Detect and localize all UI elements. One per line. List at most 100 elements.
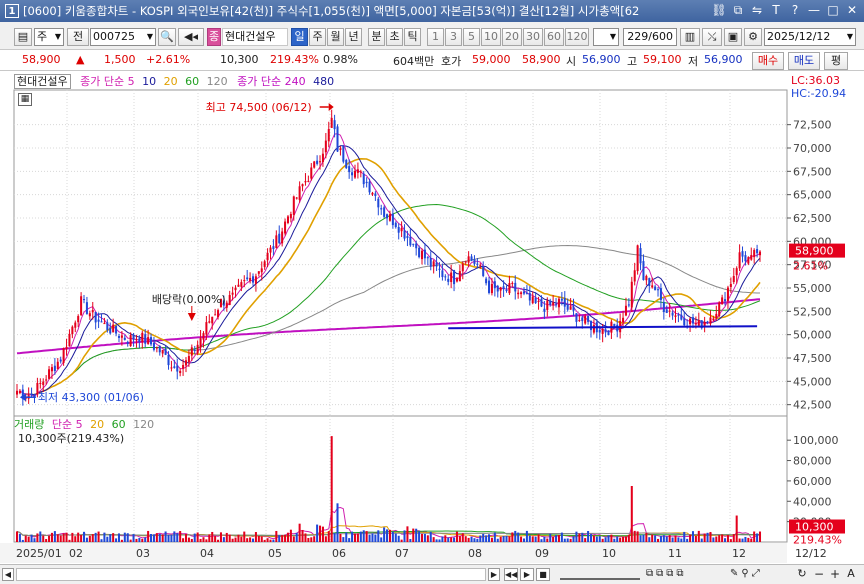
grid-toggle-icon[interactable]: ▦ bbox=[18, 93, 32, 106]
count-button-1[interactable]: 1 bbox=[427, 28, 444, 46]
count-button-5[interactable]: 5 bbox=[463, 28, 480, 46]
volume-bar bbox=[36, 533, 39, 542]
help-icon[interactable]: ? bbox=[787, 2, 803, 18]
volume-bar bbox=[575, 531, 578, 542]
sell-button[interactable]: 매도 bbox=[788, 52, 820, 70]
bars-icon[interactable]: ▥ bbox=[680, 28, 700, 46]
save-icon[interactable]: ▣ bbox=[724, 28, 742, 46]
candle-body bbox=[68, 333, 71, 347]
asset-type-select[interactable]: 주 ▼ bbox=[34, 28, 64, 46]
prev-button[interactable]: 전 bbox=[67, 28, 89, 46]
period-button-year[interactable]: 년 bbox=[345, 28, 362, 46]
count-dropdown[interactable]: ▼ bbox=[593, 28, 619, 46]
volume-bar bbox=[141, 538, 144, 542]
zoom-slider[interactable] bbox=[560, 569, 640, 580]
volume-bar bbox=[715, 536, 718, 542]
link-icon[interactable]: ⛓ bbox=[711, 2, 727, 18]
sound-icon[interactable]: ◀◂ bbox=[178, 28, 204, 46]
period-button-week[interactable]: 주 bbox=[309, 28, 326, 46]
volume-bar bbox=[423, 533, 426, 542]
legend-ma20: 20 bbox=[163, 75, 178, 88]
volume-bar bbox=[668, 535, 671, 542]
volume-bar bbox=[132, 534, 135, 542]
candle-body bbox=[237, 284, 240, 287]
play-icon[interactable]: ▶ bbox=[520, 568, 534, 581]
candle-body bbox=[531, 296, 534, 304]
candle-body bbox=[391, 213, 394, 226]
candle-body bbox=[470, 256, 473, 261]
candle-body bbox=[150, 337, 153, 345]
volume-bar bbox=[251, 538, 255, 542]
candle-body bbox=[493, 281, 496, 289]
candle-body bbox=[648, 278, 651, 286]
volume-bar bbox=[756, 533, 759, 542]
volume-bar bbox=[546, 538, 549, 542]
candle-body bbox=[490, 283, 493, 294]
volume-bar bbox=[85, 537, 88, 542]
evaluate-button[interactable]: 평 bbox=[824, 52, 848, 70]
price-chart[interactable]: 72,50070,00067,50065,00062,50060,00057,5… bbox=[0, 71, 864, 564]
period-button-minute[interactable]: 분 bbox=[368, 28, 385, 46]
volume-bar bbox=[386, 529, 389, 542]
arrange-icon[interactable]: ⇋ bbox=[749, 2, 765, 18]
close-icon[interactable]: ✕ bbox=[844, 2, 860, 18]
volume-bar bbox=[103, 532, 106, 542]
restore-icon[interactable]: ⧉ bbox=[730, 2, 746, 18]
buy-button[interactable]: 매수 bbox=[752, 52, 784, 70]
count-button-120[interactable]: 120 bbox=[565, 28, 589, 46]
zoom-out-icon[interactable]: − bbox=[812, 567, 826, 581]
candle-body bbox=[420, 250, 424, 260]
refresh-icon[interactable]: ↻ bbox=[795, 567, 809, 581]
stop-icon[interactable]: ■ bbox=[536, 568, 550, 581]
candle-body bbox=[62, 347, 65, 363]
zoom-in-icon[interactable]: + bbox=[828, 567, 842, 581]
candle-body bbox=[295, 197, 298, 199]
candle-body bbox=[251, 276, 255, 283]
volume-bar bbox=[351, 531, 354, 542]
view-mode-icons[interactable]: ⧉⧉⧉⧉ bbox=[646, 568, 726, 581]
volume-bar bbox=[117, 533, 120, 542]
count-button-3[interactable]: 3 bbox=[445, 28, 462, 46]
font-icon[interactable]: T bbox=[768, 2, 784, 18]
volume-bar bbox=[522, 538, 526, 542]
volume-bar bbox=[476, 538, 479, 542]
horizontal-scrollbar[interactable] bbox=[16, 568, 486, 581]
candle-body bbox=[735, 268, 738, 276]
date-input[interactable]: 2025/12/12 ▼ bbox=[764, 28, 856, 46]
high-price: 59,100 bbox=[643, 53, 682, 66]
maximize-icon[interactable]: □ bbox=[825, 2, 841, 18]
count-button-30[interactable]: 30 bbox=[523, 28, 543, 46]
count-button-60[interactable]: 60 bbox=[544, 28, 564, 46]
period-button-month[interactable]: 월 bbox=[327, 28, 344, 46]
settings-icon[interactable]: ⚙ bbox=[744, 28, 762, 46]
stock-code-input[interactable]: 000725 ▼ bbox=[90, 28, 156, 46]
candle-body bbox=[132, 335, 135, 340]
rewind-icon[interactable]: ◀◀ bbox=[504, 568, 518, 581]
minimize-icon[interactable]: — bbox=[806, 2, 822, 18]
candle-body bbox=[316, 160, 319, 164]
range-input[interactable]: 229/600 bbox=[623, 28, 677, 46]
candle-body bbox=[598, 329, 601, 333]
volume-bar bbox=[400, 539, 403, 542]
candle-body bbox=[120, 335, 123, 338]
period-button-tick[interactable]: 틱 bbox=[404, 28, 421, 46]
volume-bar bbox=[94, 532, 97, 542]
volume-bar bbox=[464, 536, 467, 542]
sidebar-toggle-button[interactable]: ▤ bbox=[14, 28, 32, 46]
candle-body bbox=[689, 318, 692, 325]
candle-body bbox=[438, 268, 441, 270]
tool-icons[interactable]: ✎⚲⤢ bbox=[730, 568, 790, 581]
count-button-10[interactable]: 10 bbox=[481, 28, 501, 46]
low-annotation: 최저 43,300 (01/06) bbox=[38, 391, 144, 404]
count-button-20[interactable]: 20 bbox=[502, 28, 522, 46]
scroll-left-icon[interactable]: ◀ bbox=[2, 568, 14, 581]
volume-bar bbox=[336, 503, 339, 542]
search-icon[interactable]: 🔍 bbox=[158, 28, 176, 46]
price-tick-label: 50,000 bbox=[793, 329, 832, 342]
fit-icon[interactable]: A bbox=[844, 567, 858, 581]
period-button-second[interactable]: 초 bbox=[386, 28, 403, 46]
period-button-day[interactable]: 일 bbox=[291, 28, 308, 46]
crosshair-icon[interactable]: ⤯ bbox=[702, 28, 722, 46]
scroll-right-icon[interactable]: ▶ bbox=[488, 568, 500, 581]
volume-bar bbox=[88, 535, 91, 542]
